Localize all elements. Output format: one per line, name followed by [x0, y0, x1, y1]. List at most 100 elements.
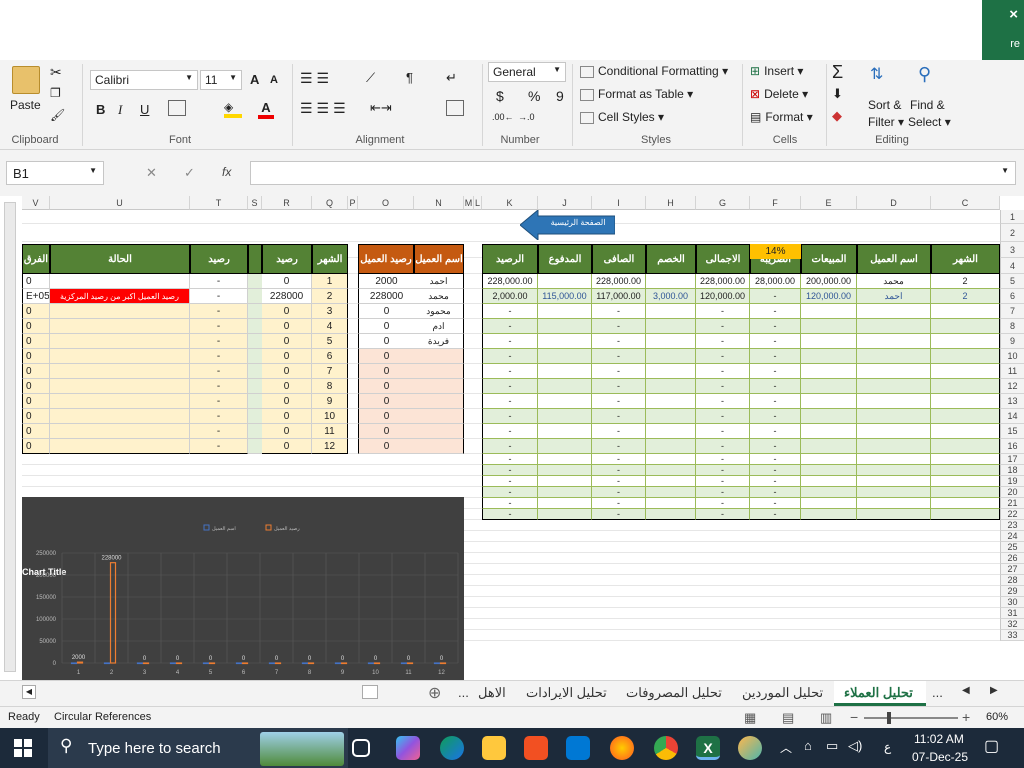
customer-balance-cell[interactable]: 0: [358, 424, 414, 439]
sales-table-cell[interactable]: [857, 394, 931, 409]
sales-table-cell[interactable]: [931, 439, 1000, 454]
monthly-table-cell[interactable]: [50, 334, 190, 349]
sales-table-cell[interactable]: -: [592, 465, 646, 476]
sales-table-cell[interactable]: 120,000.00: [801, 289, 857, 304]
column-header[interactable]: S: [248, 196, 262, 210]
monthly-table-cell[interactable]: 7: [312, 364, 348, 379]
fill-color-icon[interactable]: ◈: [224, 100, 242, 118]
sales-table-cell[interactable]: [857, 439, 931, 454]
sales-table-cell[interactable]: [646, 487, 696, 498]
sales-table-cell[interactable]: [538, 487, 592, 498]
sales-table-cell[interactable]: [857, 465, 931, 476]
store-icon[interactable]: [524, 736, 548, 760]
customer-name-cell[interactable]: محمد: [414, 289, 464, 304]
monthly-table-spacer-cell[interactable]: [248, 424, 262, 439]
monthly-table-header[interactable]: الشهر: [312, 244, 348, 274]
sales-table-cell[interactable]: [646, 334, 696, 349]
row-header[interactable]: 5: [1000, 274, 1024, 289]
sales-table-cell[interactable]: [538, 465, 592, 476]
row-header[interactable]: 23: [1000, 520, 1024, 531]
monthly-table-spacer-cell[interactable]: [248, 379, 262, 394]
tabs-overflow-left[interactable]: ...: [458, 685, 469, 700]
sales-table-cell[interactable]: -: [750, 487, 801, 498]
page-break-icon[interactable]: ▥: [820, 710, 832, 726]
sales-table-header[interactable]: المبيعات: [801, 244, 857, 274]
monthly-table-cell[interactable]: -: [190, 364, 248, 379]
column-header[interactable]: Q: [312, 196, 348, 210]
sales-table-cell[interactable]: [801, 319, 857, 334]
customer-balance-cell[interactable]: 228000: [358, 289, 414, 304]
sales-table-cell[interactable]: -: [750, 319, 801, 334]
monthly-table-cell[interactable]: 0: [22, 319, 50, 334]
monthly-table-cell[interactable]: [50, 424, 190, 439]
sales-table-cell[interactable]: [857, 349, 931, 364]
column-header[interactable]: L: [474, 196, 482, 210]
monthly-table-cell[interactable]: 4: [312, 319, 348, 334]
row-header[interactable]: 20: [1000, 487, 1024, 498]
cell-styles-button[interactable]: Cell Styles ▾: [580, 110, 664, 124]
row-header[interactable]: 31: [1000, 608, 1024, 619]
sales-table-cell[interactable]: -: [750, 509, 801, 520]
firefox-icon[interactable]: [610, 736, 634, 760]
monthly-table-cell[interactable]: 0: [262, 319, 312, 334]
format-button[interactable]: ▤ Format ▾: [750, 110, 813, 124]
monthly-table-cell[interactable]: 0: [262, 364, 312, 379]
row-header[interactable]: 17: [1000, 454, 1024, 465]
sales-table-cell[interactable]: [801, 424, 857, 439]
sort-filter-icon[interactable]: ⇅: [870, 64, 883, 84]
borders-icon[interactable]: [168, 100, 186, 116]
monthly-table-cell[interactable]: 3: [312, 304, 348, 319]
copy-icon[interactable]: ❐: [50, 86, 61, 100]
column-header[interactable]: F: [750, 196, 801, 210]
sales-table-cell[interactable]: -: [482, 364, 538, 379]
tab-revenue-analysis[interactable]: تحليل الايرادات: [526, 685, 607, 701]
monthly-table-cell[interactable]: 0: [262, 274, 312, 289]
row-header[interactable]: 32: [1000, 619, 1024, 630]
row-header[interactable]: 10: [1000, 349, 1024, 364]
add-sheet-icon[interactable]: ⊕: [428, 683, 441, 703]
sales-table-cell[interactable]: [646, 304, 696, 319]
monthly-table-cell[interactable]: 0: [262, 349, 312, 364]
task-view-icon[interactable]: [352, 739, 370, 757]
sales-table-cell[interactable]: -: [750, 334, 801, 349]
sales-table-cell[interactable]: [801, 334, 857, 349]
sales-table-cell[interactable]: [646, 476, 696, 487]
home-page-button[interactable]: الصفحة الرئيسية: [519, 208, 616, 242]
sales-table-cell[interactable]: -: [482, 424, 538, 439]
tax-rate-cell[interactable]: 14%: [750, 244, 801, 259]
sales-table-cell[interactable]: -: [696, 349, 750, 364]
clear-icon[interactable]: ◆: [832, 108, 842, 124]
sales-table-cell[interactable]: [646, 274, 696, 289]
sales-table-cell[interactable]: -: [482, 319, 538, 334]
customer-name-cell[interactable]: محمود: [414, 304, 464, 319]
sales-table-cell[interactable]: [538, 349, 592, 364]
worksheet-grid[interactable]: VUTSRQPONMLKJIHGFEDC 1 2 3 4 5 6 7 8 9 10 11 12 13 14…: [0, 196, 1024, 680]
monthly-table-spacer-cell[interactable]: [248, 274, 262, 289]
row-header[interactable]: 22: [1000, 509, 1024, 520]
function-icon[interactable]: fx: [222, 165, 231, 179]
sales-table-cell[interactable]: -: [696, 364, 750, 379]
sales-table-cell[interactable]: -: [482, 394, 538, 409]
column-header[interactable]: V: [22, 196, 50, 210]
sales-table-cell[interactable]: [538, 319, 592, 334]
sales-table-cell[interactable]: [801, 379, 857, 394]
sales-table-cell[interactable]: -: [750, 349, 801, 364]
customer-table-header[interactable]: اسم العميل: [414, 244, 464, 274]
notifications-icon[interactable]: ▢: [984, 736, 999, 756]
sales-table-cell[interactable]: [931, 304, 1000, 319]
sales-table-cell[interactable]: [646, 424, 696, 439]
monthly-table-header[interactable]: رصيد المركزية: [190, 244, 248, 295]
chart[interactable]: Chart Title اسم العميل رصيد العميل 0 50000 10…: [22, 497, 464, 680]
sales-table-cell[interactable]: [646, 394, 696, 409]
sales-table-cell[interactable]: [801, 454, 857, 465]
monthly-table-cell[interactable]: 228000: [262, 289, 312, 304]
sales-table-cell[interactable]: [931, 394, 1000, 409]
row-header[interactable]: 12: [1000, 379, 1024, 394]
row-header[interactable]: 2: [1000, 224, 1024, 242]
sales-table-cell[interactable]: -: [482, 454, 538, 465]
monthly-table-cell[interactable]: 0: [262, 379, 312, 394]
sales-table-cell[interactable]: احمد: [857, 289, 931, 304]
column-header[interactable]: R: [262, 196, 312, 210]
format-painter-icon[interactable]: 🖌: [50, 108, 65, 122]
autosum-icon[interactable]: Σ: [832, 62, 843, 83]
